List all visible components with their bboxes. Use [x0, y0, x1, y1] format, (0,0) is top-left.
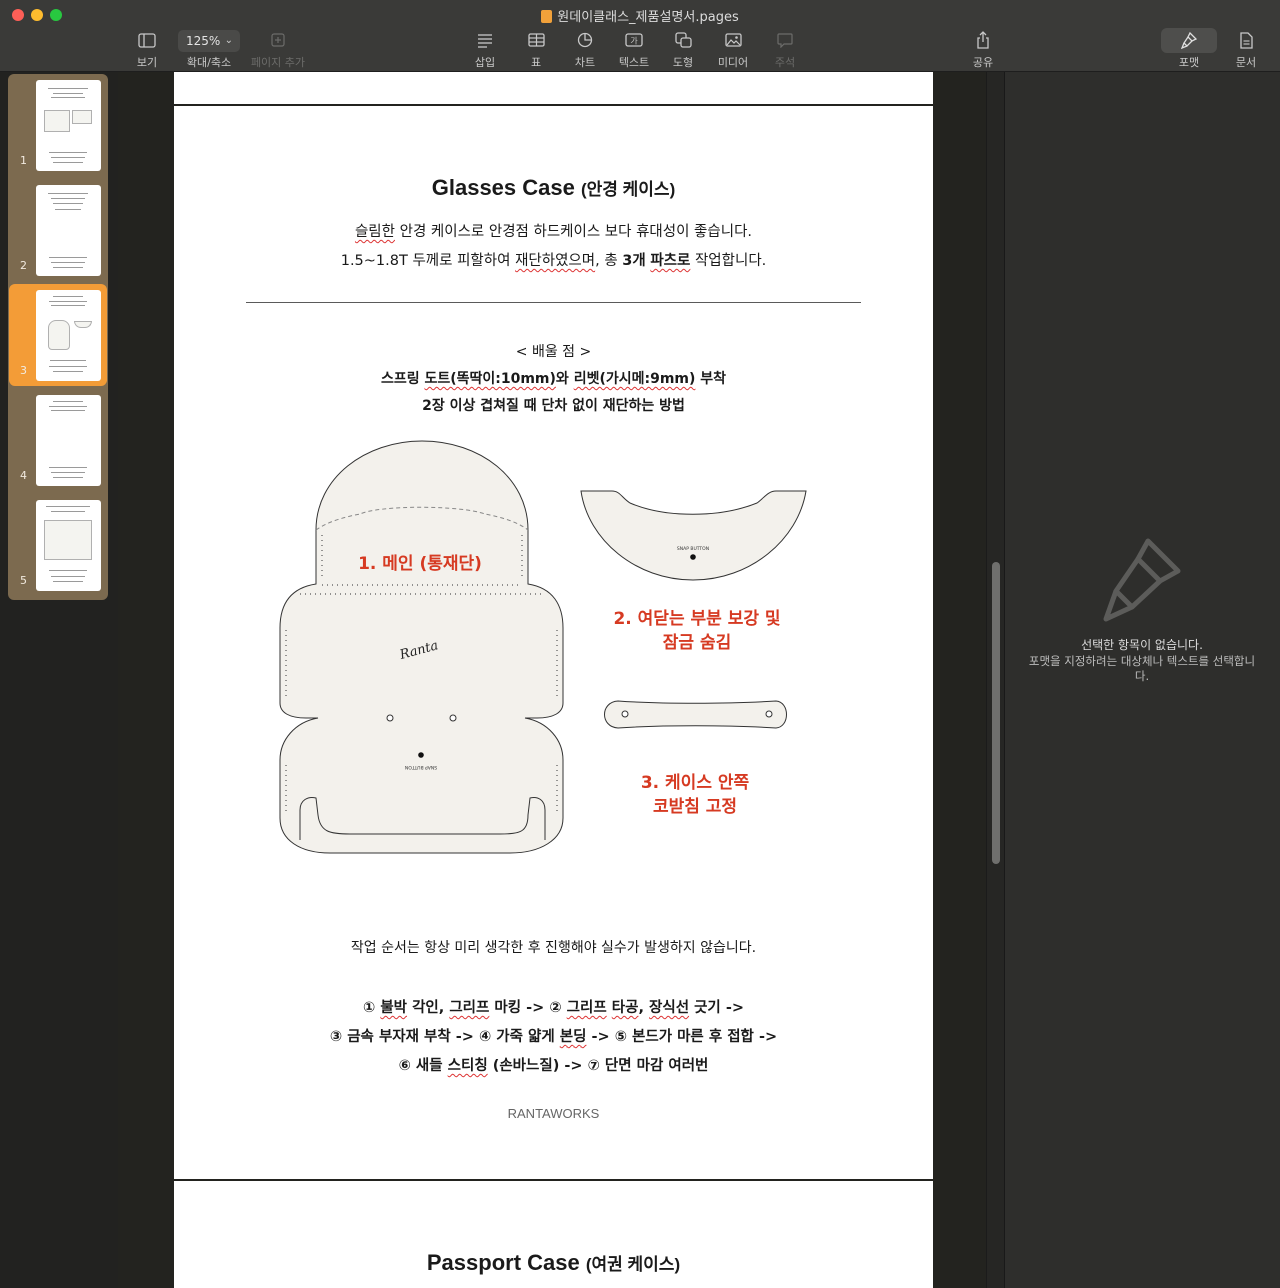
page-number-1: 1	[20, 154, 27, 167]
share-label: 공유	[972, 56, 994, 69]
page-thumbnail-1[interactable]	[36, 80, 101, 171]
comment-icon	[755, 30, 815, 50]
paintbrush-icon	[1159, 30, 1219, 50]
sidebar-view-icon	[117, 30, 177, 50]
share-button[interactable]: 공유	[953, 30, 1013, 70]
document-button[interactable]: 문서	[1216, 30, 1276, 70]
page-number-4: 4	[20, 469, 27, 482]
callout-main-piece: 1. 메인 (통재단)	[358, 554, 482, 574]
page-number-5: 5	[20, 574, 27, 587]
add-page-icon	[248, 30, 308, 50]
section-divider	[246, 302, 861, 303]
toolbar: 원데이클래스_제품설명서.pages 보기 125% ⌄ 확대/축소 페이지 추가…	[0, 0, 1280, 72]
comment-label: 주석	[774, 56, 796, 69]
format-label: 포맷	[1178, 56, 1200, 69]
media-button[interactable]: 미디어	[703, 30, 763, 70]
page-thumbnails-sidebar: 1 2 3 4 5	[0, 72, 118, 1288]
nose-pad-strap-shape	[604, 700, 787, 729]
share-icon	[953, 30, 1013, 50]
svg-text:가: 가	[630, 37, 638, 46]
main-piece-shape: SNAP BUTTON Ranta	[279, 440, 564, 854]
page-number-3: 3	[20, 364, 27, 377]
work-order-note: 작업 순서는 항상 미리 생각한 후 진행해야 실수가 발생하지 않습니다.	[350, 940, 757, 956]
snap-button-label-reinforce: SNAP BUTTON	[677, 546, 709, 552]
reinforcement-piece-shape: SNAP BUTTON	[580, 490, 807, 581]
page-title-ko: (안경 케이스)	[580, 180, 676, 199]
view-label: 보기	[136, 56, 158, 69]
pages-document-icon	[541, 10, 553, 23]
media-label: 미디어	[717, 56, 749, 69]
inspector-empty-subtitle: 포맷을 지정하려는 대상체나 텍스트를 선택합니다.	[1028, 654, 1256, 683]
steps-line-2: ③ 금속 부자재 부착 -> ④ 가죽 얇게 본딩 -> ⑤ 본드가 마른 후 …	[329, 1029, 778, 1045]
chevron-down-icon: ⌄	[224, 35, 233, 46]
steps-line-3: ⑥ 새들 스티칭 (손바느질) -> ⑦ 단면 마감 여러번	[398, 1058, 709, 1074]
learn-heading: < 배울 점 >	[515, 344, 592, 360]
window-title-text: 원데이클래스_제품설명서.pages	[557, 10, 739, 25]
page-thumbnail-3[interactable]	[36, 290, 101, 381]
zoom-label: 확대/축소	[186, 56, 232, 69]
learn-line-2: 2장 이상 겹쳐질 때 단차 없이 재단하는 방법	[422, 398, 685, 414]
page-number-2: 2	[20, 259, 27, 272]
format-button[interactable]: 포맷	[1159, 30, 1219, 70]
zoom-select[interactable]: 125% ⌄	[178, 30, 240, 52]
view-button[interactable]: 보기	[117, 30, 177, 70]
pages-app-window: 원데이클래스_제품설명서.pages 보기 125% ⌄ 확대/축소 페이지 추가…	[0, 0, 1280, 1288]
page-title: Glasses Case (안경 케이스)	[174, 175, 933, 201]
callout-reinforce: 2. 여닫는 부분 보강 및 잠금 숨김	[613, 609, 781, 653]
page-thumbnail-4[interactable]	[36, 395, 101, 486]
add-page-button[interactable]: 페이지 추가	[248, 30, 308, 70]
brand-footer: RANTAWORKS	[507, 1106, 600, 1121]
scrollbar-thumb[interactable]	[992, 562, 1000, 864]
intro-line-1: 슬림한 안경 케이스로 안경점 하드케이스 보다 휴대성이 좋습니다.	[354, 224, 753, 240]
snap-button-label-main: SNAP BUTTON	[405, 764, 437, 770]
document-page-previous[interactable]	[174, 72, 933, 104]
paintbrush-large-icon	[1103, 538, 1181, 622]
learn-line-1: 스프링 도트(똑딱이:10mm)와 리벳(가시메:9mm) 부착	[380, 371, 727, 387]
intro-line-2: 1.5~1.8T 두께로 피할하여 재단하였으며, 총 3개 파츠로 작업합니다…	[340, 253, 767, 269]
comment-button[interactable]: 주석	[755, 30, 815, 70]
steps-line-1: ① 불박 각인, 그리프 마킹 -> ② 그리프 타공, 장식선 긋기 ->	[363, 1000, 744, 1016]
media-photo-icon	[703, 30, 763, 50]
inspector-empty-title: 선택한 항목이 없습니다.	[1081, 638, 1203, 652]
window-title: 원데이클래스_제품설명서.pages	[0, 6, 1280, 25]
document-label: 문서	[1235, 56, 1257, 69]
page-thumbnail-2[interactable]	[36, 185, 101, 276]
page-title-en: Glasses Case	[431, 175, 575, 200]
document-icon	[1216, 30, 1276, 50]
add-page-label: 페이지 추가	[250, 56, 306, 69]
next-page-title: Passport Case (여권 케이스)	[426, 1250, 681, 1275]
page-thumbnail-5[interactable]	[36, 500, 101, 591]
zoom-value: 125%	[186, 34, 221, 48]
callout-nose-pad: 3. 케이스 안쪽 코받침 고정	[640, 773, 750, 817]
